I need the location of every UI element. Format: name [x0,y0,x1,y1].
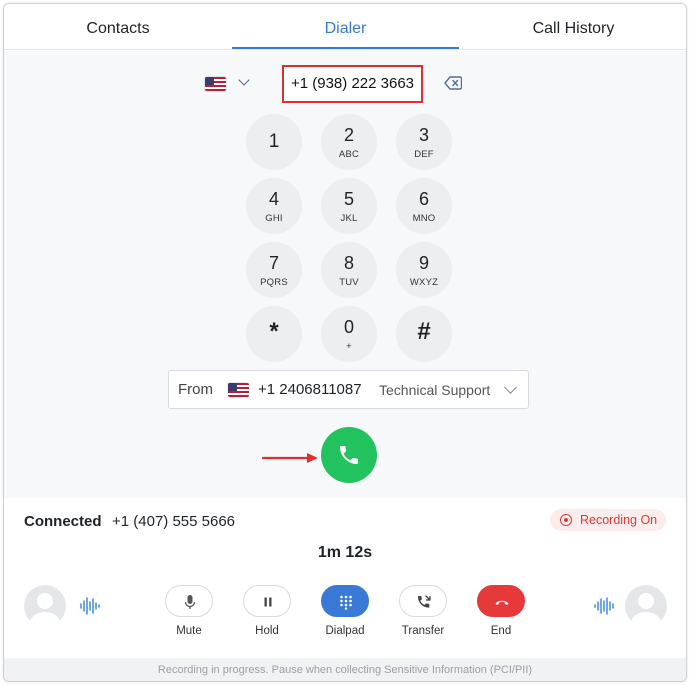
key-digit: 7 [268,253,279,273]
us-flag-icon [228,383,249,397]
key-digit: 2 [343,125,354,145]
key-letters: DEF [414,149,434,160]
pause-icon [264,597,272,607]
arrow-right-icon [262,453,318,463]
hold-label: Hold [255,625,279,637]
tab-dialer[interactable]: Dialer [232,4,459,50]
call-button[interactable] [321,427,377,483]
from-line-name: Technical Support [379,382,491,398]
key-digit: * [269,318,279,345]
call-number: +1 (407) 555 5666 [112,513,236,530]
us-flag-icon [205,77,226,91]
caller-avatar [625,585,667,627]
key-digit: 0 [343,317,354,337]
key-digit: 8 [343,253,354,273]
dialpad-label: Dialpad [325,625,365,637]
call-status: Connected [24,513,102,530]
mute-label: Mute [176,625,202,637]
end-label: End [490,625,512,637]
key-0[interactable]: 0 + [321,306,377,362]
audio-wave-icon [594,597,614,615]
hold-button[interactable]: Hold [242,585,292,637]
key-7[interactable]: 7 PQRS [246,242,302,298]
transfer-pill [399,585,447,617]
call-timer: 1m 12s [317,544,373,561]
agent-avatar [24,585,66,627]
key-letters: MNO [412,213,436,224]
key-digit: # [417,318,431,345]
key-digit: 9 [418,253,429,273]
key-4[interactable]: 4 GHI [246,178,302,234]
recording-notice: Recording in progress. Pause when collec… [4,658,686,681]
from-number: +1 2406811087 [258,381,362,398]
key-digit: 3 [418,125,429,145]
key-6[interactable]: 6 MNO [396,178,452,234]
key-letters: GHI [265,213,283,224]
recording-label: Recording On [580,513,658,527]
mute-button[interactable]: Mute [164,585,214,637]
dialpad-icon [340,595,352,610]
key-2[interactable]: 2 ABC [321,114,377,170]
microphone-icon [184,595,196,609]
key-9[interactable]: 9 WXYZ [396,242,452,298]
transfer-label: Transfer [401,625,445,637]
key-3[interactable]: 3 DEF [396,114,452,170]
key-5[interactable]: 5 JKL [321,178,377,234]
dialer-window: Contacts Dialer Call History +1 (938) 22… [3,3,687,682]
key-letters: JKL [340,213,358,224]
dialpad-pill [321,585,369,617]
mute-pill [165,585,213,617]
from-number-select[interactable]: From +1 2406811087 Technical Support [168,370,529,409]
phone-transfer-icon [417,595,431,608]
key-letters: TUV [339,277,359,288]
end-call-button[interactable]: End [476,585,526,637]
tab-call-history[interactable]: Call History [459,4,686,50]
key-digit: 1 [268,131,280,152]
key-letters: + [346,341,352,352]
end-pill [477,585,525,617]
record-icon [560,514,572,526]
chevron-down-icon [238,74,250,86]
backspace-icon[interactable] [444,76,462,90]
dialpad-button[interactable]: Dialpad [320,585,370,637]
key-letters: ABC [338,149,360,160]
phone-number-input[interactable]: +1 (938) 222 3663 [282,65,423,103]
chevron-down-icon [504,381,517,394]
phone-icon [340,446,358,464]
recording-badge[interactable]: Recording On [550,509,666,531]
tab-bar: Contacts Dialer Call History [4,4,686,50]
audio-wave-icon [80,597,100,615]
from-label: From [178,381,213,398]
active-call-panel: Connected +1 (407) 555 5666 Recording On… [4,498,686,658]
key-digit: 6 [418,189,429,209]
key-letters: PQRS [260,277,288,288]
key-letters: WXYZ [409,277,439,288]
key-8[interactable]: 8 TUV [321,242,377,298]
active-tab-indicator [232,47,459,49]
key-digit: 4 [268,189,279,209]
hang-up-icon [495,600,509,605]
key-1[interactable]: 1 [246,114,302,170]
key-hash[interactable]: # [396,306,452,362]
hold-pill [243,585,291,617]
transfer-button[interactable]: Transfer [398,585,448,637]
key-digit: 5 [343,189,354,209]
tab-contacts[interactable]: Contacts [4,4,232,50]
country-selector[interactable] [202,72,254,96]
key-star[interactable]: * [246,306,302,362]
